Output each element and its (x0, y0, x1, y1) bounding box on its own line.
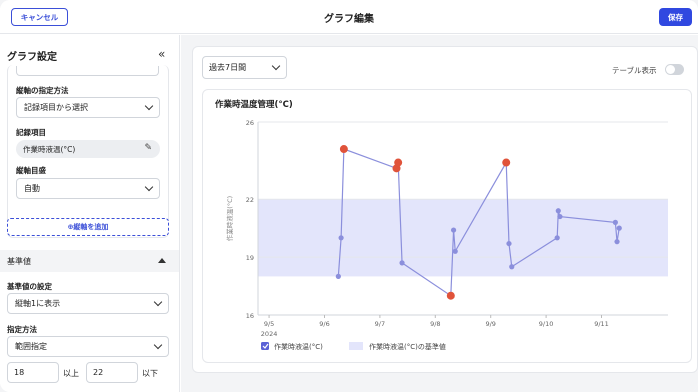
settings-sidebar: グラフ設定 « 縦軸の指定方法 記録項目から選択 記録項目 作業時液温(°C) … (0, 35, 180, 392)
y-tick-label: 19 (246, 254, 254, 262)
table-toggle[interactable] (665, 64, 684, 75)
ref-setting-label: 基準値の設定 (7, 282, 52, 291)
page-title: グラフ編集 (324, 14, 374, 25)
caret-up-icon (158, 258, 166, 263)
data-point (335, 273, 341, 279)
line-chart: 26 22 19 16 9/5 9/6 9/7 9/8 9/9 9/10 9/11 2024 作業時液温… (225, 119, 668, 351)
chart-card: 作業時温度管理(°C) 26 22 19 16 9/5 9/6 9/7 9/8 9/9 9/10 9… (202, 89, 692, 363)
reference-section-header[interactable]: 基準値 (0, 250, 179, 272)
x-tick-label: 9/10 (539, 320, 554, 328)
axis-method-value: 記録項目から選択 (24, 103, 88, 112)
main-area: 過去7日間 テーブル表示 作業時温度管理(°C) 26 22 19 16 9/5 9/6 9… (181, 35, 698, 392)
data-point (557, 213, 563, 220)
previous-field-stub (16, 66, 159, 76)
chevron-down-icon (271, 61, 281, 71)
period-value: 過去7日間 (209, 63, 247, 72)
range-min-input[interactable]: 18 (7, 362, 59, 383)
x-year-label: 2024 (261, 330, 278, 338)
alert-point (446, 291, 455, 300)
chevron-down-icon (153, 340, 163, 350)
legend-band-swatch (349, 342, 363, 350)
spec-method-label: 指定方法 (7, 325, 37, 334)
ref-setting-value: 縦軸1に表示 (15, 299, 61, 308)
legend-series-label: 作業時液温(°C) (274, 342, 323, 351)
axis-method-select[interactable]: 記録項目から選択 (16, 97, 160, 118)
alert-point (339, 145, 348, 154)
chevron-down-icon (144, 101, 154, 111)
header-bar: キャンセル グラフ編集 保存 (0, 0, 698, 34)
period-select[interactable]: 過去7日間 (202, 56, 287, 79)
data-point (509, 264, 515, 270)
axis-method-label: 縦軸の指定方法 (16, 86, 69, 95)
axis-scale-label: 縦軸目盛 (16, 166, 46, 175)
range-min-unit: 以上 (63, 369, 79, 378)
y-tick-label: 16 (246, 312, 254, 320)
y-tick-label: 22 (246, 196, 254, 204)
data-point (614, 239, 620, 245)
app-window: キャンセル グラフ編集 保存 グラフ設定 « 縦軸の指定方法 記録項目から選択 … (0, 0, 698, 392)
x-tick-label: 9/5 (264, 320, 274, 328)
data-point (616, 225, 622, 231)
record-item-value: 作業時液温(°C) (23, 144, 76, 154)
data-point (450, 227, 457, 233)
axis-scale-value: 自動 (24, 184, 40, 193)
save-button[interactable]: 保存 (659, 8, 692, 26)
add-axis-button[interactable]: ⊕縦軸を追加 (7, 218, 169, 236)
collapse-icon[interactable]: « (158, 47, 165, 61)
chevron-down-icon (153, 297, 163, 307)
sidebar-title: グラフ設定 (7, 52, 57, 63)
spec-method-select[interactable]: 範囲指定 (7, 336, 169, 357)
pencil-icon[interactable]: ✎ (144, 143, 152, 153)
data-point (554, 235, 560, 241)
reference-section-title: 基準値 (7, 256, 31, 266)
legend-band-label: 作業時液温(°C)の基準値 (369, 342, 446, 351)
y-tick-label: 26 (246, 119, 254, 127)
table-toggle-label: テーブル表示 (612, 66, 657, 75)
x-tick-label: 9/6 (319, 320, 329, 328)
alert-point (502, 158, 511, 167)
x-tick-label: 9/9 (485, 320, 495, 328)
data-point (399, 260, 405, 266)
range-max-input[interactable]: 22 (86, 362, 138, 383)
toggle-knob (666, 65, 675, 74)
x-tick-label: 9/7 (375, 320, 385, 328)
alert-point (394, 158, 403, 167)
axis-scale-select[interactable]: 自動 (16, 178, 160, 199)
range-max-unit: 以下 (142, 369, 158, 378)
data-point (452, 248, 458, 254)
data-point (612, 219, 618, 225)
ref-setting-select[interactable]: 縦軸1に表示 (7, 293, 169, 314)
chevron-down-icon (144, 182, 154, 192)
data-point (555, 208, 561, 214)
y-axis-label: 作業時液温(°C) (225, 196, 234, 241)
x-tick-label: 9/11 (594, 320, 609, 328)
spec-method-value: 範囲指定 (15, 342, 47, 351)
chart-panel: 過去7日間 テーブル表示 作業時温度管理(°C) 26 22 19 16 9/5 9/6 9… (192, 46, 698, 373)
data-point (338, 235, 344, 241)
data-point (506, 240, 512, 247)
record-item-chip[interactable]: 作業時液温(°C) ✎ (16, 140, 160, 158)
record-item-label: 記録項目 (16, 128, 46, 137)
x-tick-label: 9/8 (430, 320, 440, 328)
